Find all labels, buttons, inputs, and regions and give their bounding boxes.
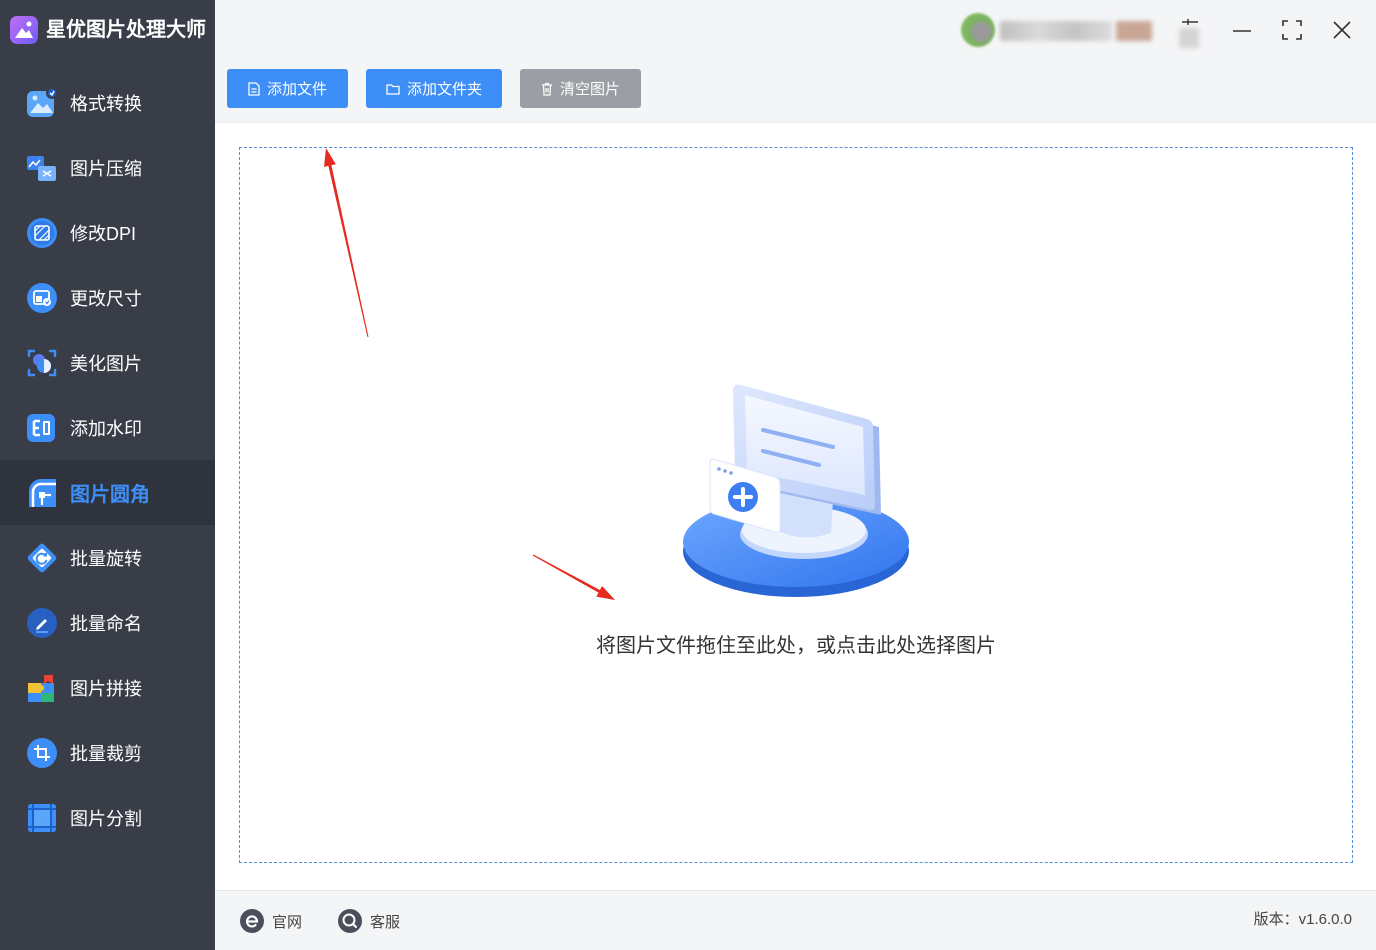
rounded-corner-icon: [26, 477, 58, 509]
sidebar-item-rename[interactable]: 批量命名: [0, 590, 215, 655]
user-badge-blurred: [1116, 21, 1152, 41]
sidebar-item-split[interactable]: 图片分割: [0, 785, 215, 850]
sidebar-item-label: 图片压缩: [70, 158, 142, 179]
sidebar-item-resize[interactable]: 更改尺寸: [0, 265, 215, 330]
clear-images-label: 清空图片: [559, 81, 620, 98]
sidebar-item-rotate[interactable]: 批量旋转: [0, 525, 215, 590]
website-label: 官网: [272, 913, 303, 931]
minimize-icon[interactable]: [1232, 20, 1252, 40]
trash-icon: [541, 82, 553, 96]
sidebar-item-label: 批量旋转: [70, 548, 142, 569]
support-icon: [338, 909, 362, 933]
pin-area-blurred: [1179, 28, 1199, 48]
sidebar-item-crop[interactable]: 批量裁剪: [0, 720, 215, 785]
image-dropzone[interactable]: 将图片文件拖住至此处，或点击此处选择图片: [239, 147, 1353, 863]
sidebar-item-label: 更改尺寸: [70, 288, 142, 309]
version-label: 版本：v1.6.0.0: [1253, 911, 1352, 928]
dpi-icon: [26, 217, 58, 249]
close-icon[interactable]: [1332, 20, 1352, 40]
support-label: 客服: [370, 913, 401, 931]
sidebar-item-format-convert[interactable]: 格式转换: [0, 70, 215, 135]
user-avatar[interactable]: [961, 13, 995, 47]
website-icon: [240, 909, 264, 933]
add-file-label: 添加文件: [266, 81, 327, 98]
sidebar-item-compress[interactable]: 图片压缩: [0, 135, 215, 200]
monitor-upload-illustration: [683, 384, 909, 597]
app-logo-icon: [10, 16, 38, 44]
sidebar-item-label: 图片圆角: [70, 484, 150, 506]
stitch-icon: [26, 672, 58, 704]
sidebar-item-label: 格式转换: [70, 93, 142, 114]
add-folder-label: 添加文件夹: [406, 81, 482, 98]
sidebar-item-label: 图片分割: [70, 808, 142, 829]
sidebar-item-rounded-corner[interactable]: 图片圆角: [0, 460, 215, 525]
support-link[interactable]: 客服: [338, 909, 400, 933]
sidebar-item-label: 批量命名: [70, 613, 142, 634]
beautify-icon: [26, 347, 58, 379]
clear-images-button[interactable]: 清空图片: [520, 69, 641, 108]
format-convert-icon: [26, 86, 58, 119]
website-link[interactable]: 官网: [240, 909, 302, 933]
sidebar-menu: 格式转换 图片压缩 修改DPI 更改尺寸 美化图片 添加水印 图片圆角 批量旋转…: [0, 70, 215, 850]
sidebar-item-label: 修改DPI: [70, 223, 137, 244]
add-file-button[interactable]: 添加文件: [227, 69, 348, 108]
folder-icon: [386, 83, 400, 95]
sidebar-item-watermark[interactable]: 添加水印: [0, 395, 215, 460]
rename-icon: [26, 607, 58, 639]
split-icon: [26, 802, 58, 834]
crop-icon: [26, 737, 58, 769]
sidebar-item-beautify[interactable]: 美化图片: [0, 330, 215, 395]
sidebar-item-label: 批量裁剪: [70, 743, 142, 764]
sidebar-item-stitch[interactable]: 图片拼接: [0, 655, 215, 720]
file-icon: [248, 81, 260, 96]
add-folder-button[interactable]: 添加文件夹: [366, 69, 502, 108]
sidebar: 星优图片处理大师 格式转换 图片压缩 修改DPI 更改尺寸 美化图片 添加水印 …: [0, 0, 215, 950]
sidebar-item-dpi[interactable]: 修改DPI: [0, 200, 215, 265]
rotate-icon: [26, 542, 58, 574]
sidebar-item-label: 美化图片: [70, 353, 142, 374]
compress-icon: [26, 152, 58, 184]
sidebar-item-label: 添加水印: [70, 418, 142, 439]
app-brand: 星优图片处理大师: [10, 16, 206, 44]
user-name-blurred: [1000, 21, 1112, 41]
dropzone-hint: 将图片文件拖住至此处，或点击此处选择图片: [596, 635, 996, 657]
watermark-icon: [26, 412, 58, 444]
app-title: 星优图片处理大师: [46, 19, 206, 41]
footer: 官网 客服 版本：v1.6.0.0: [215, 890, 1376, 950]
sidebar-item-label: 图片拼接: [70, 678, 142, 699]
resize-icon: [26, 282, 58, 314]
maximize-icon[interactable]: [1282, 20, 1302, 40]
